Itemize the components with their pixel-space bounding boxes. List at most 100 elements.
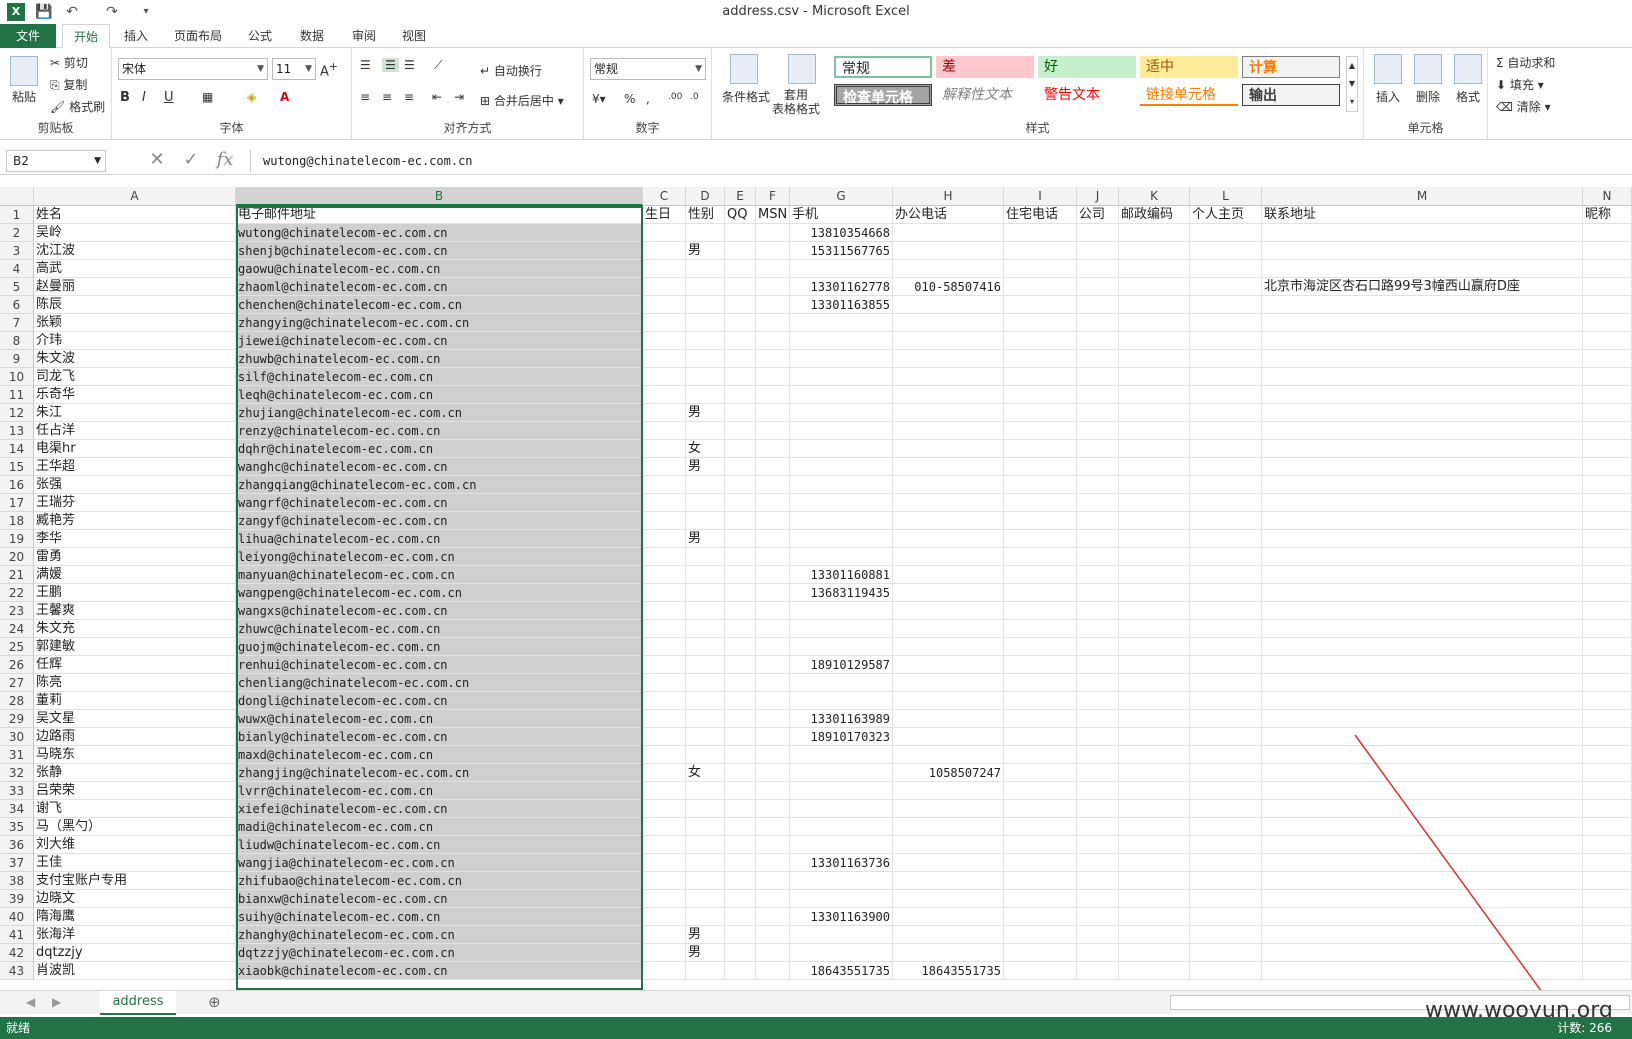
email-cell[interactable]: suihy@chinatelecom-ec.com.cn: [236, 908, 643, 926]
table-cell[interactable]: [1190, 926, 1262, 944]
row-header[interactable]: 32: [0, 764, 34, 782]
table-cell[interactable]: [893, 728, 1004, 746]
row-header[interactable]: 38: [0, 872, 34, 890]
table-cell[interactable]: [893, 224, 1004, 242]
table-cell[interactable]: [1190, 584, 1262, 602]
row-header[interactable]: 14: [0, 440, 34, 458]
table-cell[interactable]: [1119, 548, 1190, 566]
table-cell[interactable]: [893, 656, 1004, 674]
email-cell[interactable]: bianxw@chinatelecom-ec.com.cn: [236, 890, 643, 908]
table-cell[interactable]: [1077, 818, 1119, 836]
table-cell[interactable]: [1190, 674, 1262, 692]
column-header-N[interactable]: N: [1583, 187, 1632, 206]
name-cell[interactable]: 雷勇: [34, 548, 236, 566]
conditional-formatting-button[interactable]: 条件格式: [722, 88, 770, 105]
table-cell[interactable]: [1262, 926, 1583, 944]
table-cell[interactable]: [1262, 242, 1583, 260]
grow-font-icon[interactable]: A+: [320, 60, 338, 79]
style-linked-cell[interactable]: 链接单元格: [1140, 84, 1238, 106]
table-cell[interactable]: [1583, 224, 1632, 242]
table-cell[interactable]: [1583, 674, 1632, 692]
table-cell[interactable]: [1262, 872, 1583, 890]
style-calculation[interactable]: 计算: [1242, 56, 1340, 78]
table-cell[interactable]: [1262, 800, 1583, 818]
table-cell[interactable]: [893, 350, 1004, 368]
table-cell[interactable]: [1077, 242, 1119, 260]
email-cell[interactable]: renhui@chinatelecom-ec.com.cn: [236, 656, 643, 674]
table-cell[interactable]: [643, 242, 686, 260]
table-cell[interactable]: [1004, 890, 1077, 908]
header-cell[interactable]: 生日: [643, 206, 686, 224]
table-cell[interactable]: 18910129587: [790, 656, 893, 674]
table-cell[interactable]: [1583, 872, 1632, 890]
row-header[interactable]: 6: [0, 296, 34, 314]
table-cell[interactable]: [686, 656, 725, 674]
font-size-select[interactable]: 11 ▼: [272, 58, 316, 80]
email-cell[interactable]: xiaobk@chinatelecom-ec.com.cn: [236, 962, 643, 980]
table-cell[interactable]: [1004, 242, 1077, 260]
column-header-L[interactable]: L: [1190, 187, 1262, 206]
table-cell[interactable]: [725, 386, 756, 404]
table-cell[interactable]: [756, 782, 790, 800]
table-cell[interactable]: [725, 872, 756, 890]
table-cell[interactable]: [756, 836, 790, 854]
paste-button[interactable]: 粘贴: [12, 88, 36, 105]
table-cell[interactable]: [893, 818, 1004, 836]
table-cell[interactable]: [686, 728, 725, 746]
table-cell[interactable]: [1077, 350, 1119, 368]
table-cell[interactable]: [1262, 530, 1583, 548]
table-cell[interactable]: 男: [686, 944, 725, 962]
name-cell[interactable]: 吴文星: [34, 710, 236, 728]
header-cell[interactable]: 性别: [686, 206, 725, 224]
table-cell[interactable]: [725, 818, 756, 836]
name-cell[interactable]: 王鹏: [34, 584, 236, 602]
table-cell[interactable]: [1190, 854, 1262, 872]
table-cell[interactable]: [1190, 656, 1262, 674]
percent-icon[interactable]: %: [624, 92, 635, 106]
table-cell[interactable]: [1262, 944, 1583, 962]
table-cell[interactable]: [893, 908, 1004, 926]
table-cell[interactable]: [686, 566, 725, 584]
table-cell[interactable]: [790, 872, 893, 890]
table-cell[interactable]: [1004, 620, 1077, 638]
name-cell[interactable]: 高武: [34, 260, 236, 278]
table-cell[interactable]: [790, 548, 893, 566]
table-cell[interactable]: [756, 800, 790, 818]
table-cell[interactable]: [1583, 692, 1632, 710]
table-cell[interactable]: [643, 764, 686, 782]
table-cell[interactable]: [893, 674, 1004, 692]
tab-data[interactable]: 数据: [292, 24, 332, 48]
table-cell[interactable]: [686, 674, 725, 692]
table-cell[interactable]: [1262, 584, 1583, 602]
email-cell[interactable]: zhangjing@chinatelecom-ec.com.cn: [236, 764, 643, 782]
name-cell[interactable]: 张静: [34, 764, 236, 782]
table-cell[interactable]: [1190, 710, 1262, 728]
table-cell[interactable]: [1190, 404, 1262, 422]
table-cell[interactable]: [643, 908, 686, 926]
row-header[interactable]: 29: [0, 710, 34, 728]
email-cell[interactable]: zhaoml@chinatelecom-ec.com.cn: [236, 278, 643, 296]
orientation-icon[interactable]: ⟋: [434, 58, 442, 73]
table-cell[interactable]: [1077, 314, 1119, 332]
table-cell[interactable]: [1077, 386, 1119, 404]
table-cell[interactable]: [725, 746, 756, 764]
table-cell[interactable]: [725, 422, 756, 440]
column-header-A[interactable]: A: [34, 187, 236, 206]
table-cell[interactable]: [643, 656, 686, 674]
table-cell[interactable]: [1119, 458, 1190, 476]
table-cell[interactable]: [756, 548, 790, 566]
font-color-icon[interactable]: A: [280, 90, 289, 104]
tab-home[interactable]: 开始: [62, 24, 110, 49]
name-cell[interactable]: 马晓东: [34, 746, 236, 764]
table-cell[interactable]: [1262, 710, 1583, 728]
table-cell[interactable]: [1262, 566, 1583, 584]
table-cell[interactable]: [1077, 422, 1119, 440]
table-cell[interactable]: [1190, 242, 1262, 260]
table-cell[interactable]: [1077, 656, 1119, 674]
table-cell[interactable]: [893, 566, 1004, 584]
table-cell[interactable]: [1077, 584, 1119, 602]
row-header[interactable]: 23: [0, 602, 34, 620]
table-cell[interactable]: [893, 314, 1004, 332]
delete-cells-button[interactable]: 删除: [1416, 88, 1440, 105]
table-cell[interactable]: [1190, 872, 1262, 890]
